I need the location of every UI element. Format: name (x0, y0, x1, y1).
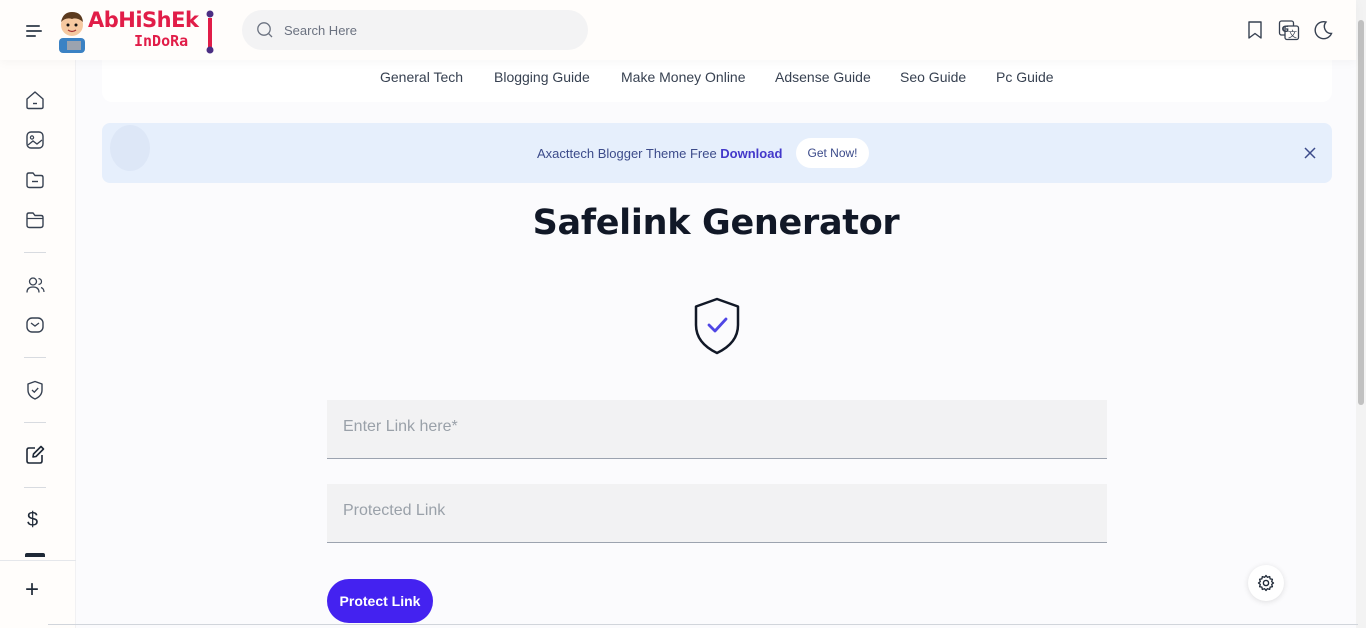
protect-link-button[interactable]: Protect Link (327, 579, 433, 623)
users-icon[interactable] (24, 274, 46, 296)
gear-icon (1257, 574, 1275, 592)
logo-main-text: AbHiShEk (88, 8, 199, 32)
sidebar-divider (24, 357, 46, 358)
edit-icon[interactable] (24, 444, 46, 466)
nav-item-adsense-guide[interactable]: Adsense Guide (775, 69, 871, 85)
dark-mode-moon-icon[interactable] (1312, 19, 1334, 41)
search-icon (257, 22, 273, 38)
sidebar-divider (24, 422, 46, 423)
close-icon[interactable] (1303, 146, 1317, 160)
scrollbar[interactable] (1356, 0, 1366, 628)
get-now-button[interactable]: Get Now! (796, 138, 869, 168)
banner-text-main: Axacttech Blogger Theme Free (537, 146, 721, 161)
banner-decoration (110, 125, 150, 171)
protected-link-field[interactable]: Protected Link (327, 484, 1107, 543)
link-input[interactable]: Enter Link here* (327, 400, 1107, 459)
logo-mascot-icon (59, 12, 85, 53)
shield-check-icon[interactable] (24, 379, 46, 401)
menu-icon-line (26, 30, 42, 32)
sidebar-divider (0, 560, 76, 561)
link-input-placeholder: Enter Link here* (343, 418, 458, 435)
sidebar-divider (24, 487, 46, 488)
menu-icon-line (26, 35, 36, 37)
bottom-divider (48, 624, 1358, 628)
left-sidebar: $ + (0, 60, 76, 628)
banner-download-link[interactable]: Download (720, 146, 782, 161)
gallery-icon[interactable] (24, 129, 46, 151)
search-bar[interactable]: Search Here (242, 10, 588, 50)
settings-button[interactable] (1248, 565, 1284, 601)
category-nav: General Tech Blogging Guide Make Money O… (102, 60, 1332, 102)
promo-banner: Axacttech Blogger Theme Free Download Ge… (102, 123, 1332, 183)
nav-item-make-money-online[interactable]: Make Money Online (621, 69, 746, 85)
menu-icon-line (26, 25, 40, 27)
folder-icon[interactable] (24, 169, 46, 191)
search-input[interactable]: Search Here (284, 23, 357, 38)
protected-link-placeholder: Protected Link (343, 502, 446, 519)
bookmark-icon[interactable] (1244, 19, 1266, 41)
nav-item-pc-guide[interactable]: Pc Guide (996, 69, 1054, 85)
shield-check-icon (694, 297, 740, 355)
mail-icon[interactable] (24, 314, 46, 336)
nav-item-blogging-guide[interactable]: Blogging Guide (494, 69, 590, 85)
sidebar-divider (24, 252, 46, 253)
home-icon[interactable] (24, 89, 46, 111)
dollar-icon[interactable]: $ (27, 509, 38, 532)
top-header: AbHiShEk InDoRa Search Here G 文 (0, 0, 1356, 60)
translate-icon[interactable]: G 文 (1278, 19, 1300, 41)
menu-icon[interactable] (22, 20, 46, 40)
svg-text:文: 文 (1288, 29, 1297, 41)
scrollbar-thumb[interactable] (1358, 20, 1364, 405)
plus-icon[interactable]: + (25, 576, 39, 604)
nav-item-general-tech[interactable]: General Tech (380, 69, 463, 85)
logo-pencil-icon (206, 10, 214, 54)
site-logo[interactable]: AbHiShEk InDoRa (55, 8, 217, 54)
banner-text: Axacttech Blogger Theme Free Download (537, 146, 782, 161)
page-title: Safelink Generator (532, 203, 900, 243)
partial-icon[interactable] (25, 553, 45, 557)
logo-sub-text: InDoRa (134, 32, 189, 50)
nav-item-seo-guide[interactable]: Seo Guide (900, 69, 966, 85)
